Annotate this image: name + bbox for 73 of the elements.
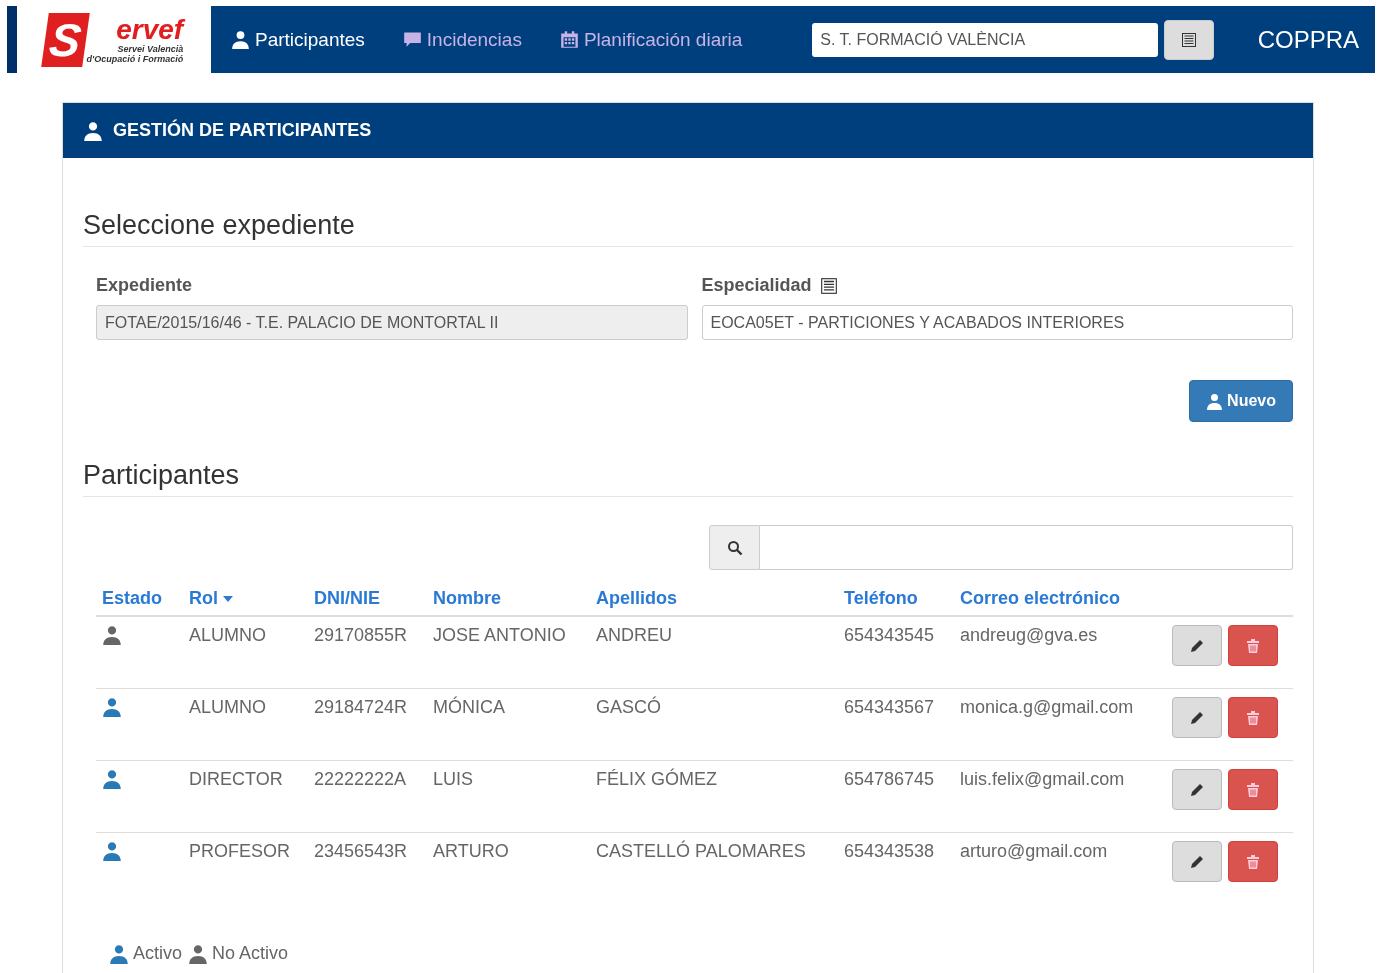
table-cell-text: 654786745 <box>844 769 936 791</box>
search-addon[interactable] <box>709 525 760 570</box>
panel-title: GESTIÓN DE PARTICIPANTES <box>113 120 372 141</box>
column-header[interactable]: Estado <box>102 588 189 609</box>
field-label: Especialidad <box>701 275 812 296</box>
list-button[interactable] <box>1164 19 1215 60</box>
list-icon <box>819 276 838 295</box>
table-cell-text: 654343538 <box>844 841 936 863</box>
column-header[interactable]: Teléfono <box>844 588 960 609</box>
pencil-icon <box>1189 709 1205 726</box>
table-cell-text: andreug@gva.es <box>960 625 1099 647</box>
table-cell-text: 654343545 <box>844 625 936 647</box>
table-cell-text: 23456543R <box>314 841 409 863</box>
table-cell-text: ANDREU <box>596 625 673 647</box>
edit-button[interactable] <box>1172 769 1222 810</box>
table-cell-text: 29184724R <box>314 697 409 719</box>
table-cell-text: 29170855R <box>314 625 409 647</box>
table-cell-text: GASCÓ <box>596 697 662 719</box>
delete-button[interactable] <box>1228 769 1278 810</box>
trash-icon <box>1245 853 1261 870</box>
person-icon <box>83 120 103 141</box>
column-header[interactable]: Apellidos <box>596 588 844 609</box>
table-cell-text: monica.g@gmail.com <box>960 697 1135 719</box>
pencil-icon <box>1189 637 1205 654</box>
nav-link[interactable]: Planificación diaria <box>559 28 743 51</box>
delete-button[interactable] <box>1228 697 1278 738</box>
calendar-icon <box>559 30 579 49</box>
table-cell-text: arturo@gmail.com <box>960 841 1109 863</box>
table-cell-text: luis.felix@gmail.com <box>960 769 1126 791</box>
table-cell-text: DIRECTOR <box>189 769 284 791</box>
section-heading: Participantes <box>83 460 1293 497</box>
pencil-icon <box>1189 781 1205 798</box>
delete-button[interactable] <box>1228 841 1278 882</box>
list-icon <box>1181 31 1198 48</box>
app-name: COPPRA <box>1257 25 1359 54</box>
search-icon <box>726 539 743 556</box>
speech-bubble-icon <box>402 30 422 49</box>
column-header[interactable]: DNI/NIE <box>314 588 433 609</box>
table-cell-text: MÓNICA <box>433 697 506 719</box>
trash-icon <box>1245 781 1261 798</box>
column-header[interactable]: Nombre <box>433 588 596 609</box>
section-heading: Seleccione expediente <box>83 210 1293 247</box>
column-header[interactable]: Correo electrónico <box>960 588 1172 609</box>
table-cell-text: ALUMNO <box>189 625 267 647</box>
nav-link[interactable]: Incidencias <box>402 28 522 51</box>
table-cell-text: 22222222A <box>314 769 408 791</box>
table-cell-text: FÉLIX GÓMEZ <box>596 769 719 791</box>
column-header[interactable]: Rol <box>189 588 314 609</box>
legend-label: Activo <box>133 943 183 964</box>
table-cell-text: LUIS <box>433 769 475 791</box>
text-field[interactable]: EOCA05ET - PARTICIONES Y ACABADOS INTERIORES <box>701 305 1293 340</box>
person-icon <box>1206 392 1224 410</box>
edit-button[interactable] <box>1172 697 1222 738</box>
delete-button[interactable] <box>1228 625 1278 666</box>
person-icon <box>231 30 250 49</box>
edit-button[interactable] <box>1172 841 1222 882</box>
new-button[interactable]: Nuevo <box>1189 380 1293 422</box>
table-cell-text: 654343567 <box>844 697 936 719</box>
table-cell-text: PROFESOR <box>189 841 291 863</box>
table-cell-text: ALUMNO <box>189 697 267 719</box>
table-cell-text: JOSE ANTONIO <box>433 625 567 647</box>
field-label: Expediente <box>96 275 193 296</box>
center-field[interactable]: S. T. FORMACIÓ VALÈNCIA <box>812 22 1159 57</box>
edit-button[interactable] <box>1172 625 1222 666</box>
trash-icon <box>1245 709 1261 726</box>
nav-link[interactable]: Participantes <box>231 28 365 51</box>
table-cell-text: ARTURO <box>433 841 510 863</box>
pencil-icon <box>1189 853 1205 870</box>
trash-icon <box>1245 637 1261 654</box>
table-cell-text: CASTELLÓ PALOMARES <box>596 841 807 863</box>
caret-icon <box>223 595 233 602</box>
search-field[interactable] <box>760 525 1293 570</box>
legend-label: No Activo <box>212 943 289 964</box>
